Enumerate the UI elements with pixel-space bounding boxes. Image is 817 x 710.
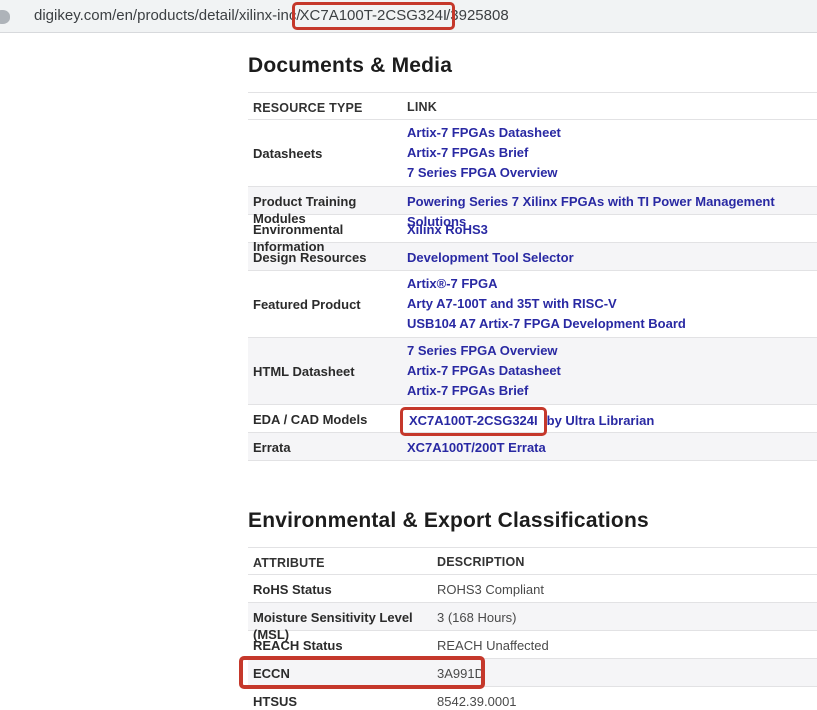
table-row-product-training: Product Training Modules Powering Series… — [248, 187, 817, 215]
environmental-export-table: ATTRIBUTE DESCRIPTION RoHS Status ROHS3 … — [248, 547, 817, 710]
environmental-header-row: ATTRIBUTE DESCRIPTION — [248, 548, 817, 575]
url-suffix: /3925808 — [446, 7, 509, 24]
link-artix7-brief-2[interactable]: Artix-7 FPGAs Brief — [407, 381, 817, 401]
environmental-export-title: Environmental & Export Classifications — [248, 508, 817, 534]
row-value: 8542.39.0001 — [437, 692, 817, 710]
row-label: Featured Product — [253, 295, 407, 313]
url-prefix: digikey.com/en/products/detail/xilinx-in… — [34, 7, 301, 24]
table-row-eccn: ECCN 3A991D — [248, 659, 817, 687]
site-favicon-icon — [0, 10, 10, 24]
url-highlight-annotation: XC7A100T-2CSG324I — [292, 2, 456, 30]
col-attribute: ATTRIBUTE — [253, 554, 437, 572]
link-xilinx-rohs3[interactable]: Xilinx RoHS3 — [407, 220, 817, 240]
link-usb104-a7[interactable]: USB104 A7 Artix-7 FPGA Development Board — [407, 314, 817, 334]
link-dev-tool-selector[interactable]: Development Tool Selector — [407, 248, 817, 268]
page-content: Documents & Media RESOURCE TYPE LINK Dat… — [248, 33, 817, 710]
row-label: REACH Status — [253, 636, 437, 654]
col-link: LINK — [407, 99, 817, 116]
link-7series-overview[interactable]: 7 Series FPGA Overview — [407, 163, 817, 183]
table-row-eda-cad-models: EDA / CAD Models XC7A100T-2CSG324I by Ult… — [248, 405, 817, 433]
table-row-errata: Errata XC7A100T/200T Errata — [248, 433, 817, 461]
row-label: HTSUS — [253, 692, 437, 710]
table-row-html-datasheet: HTML Datasheet 7 Series FPGA Overview Ar… — [248, 338, 817, 405]
link-artix7-brief[interactable]: Artix-7 FPGAs Brief — [407, 143, 817, 163]
link-artix7-fpga[interactable]: Artix®-7 FPGA — [407, 274, 817, 294]
table-row-datasheets: Datasheets Artix-7 FPGAs Datasheet Artix… — [248, 120, 817, 187]
link-7series-overview-2[interactable]: 7 Series FPGA Overview — [407, 341, 817, 361]
col-description: DESCRIPTION — [437, 554, 817, 571]
link-errata[interactable]: XC7A100T/200T Errata — [407, 438, 817, 458]
url-text[interactable]: digikey.com/en/products/detail/xilinx-in… — [34, 2, 509, 30]
eda-part-number: XC7A100T-2CSG324I — [409, 413, 538, 428]
documents-media-table: RESOURCE TYPE LINK Datasheets Artix-7 FP… — [248, 92, 817, 461]
row-label: HTML Datasheet — [253, 362, 407, 380]
row-label: RoHS Status — [253, 580, 437, 598]
documents-media-header-row: RESOURCE TYPE LINK — [248, 93, 817, 120]
table-row-design-resources: Design Resources Development Tool Select… — [248, 243, 817, 271]
link-artix7-datasheet-2[interactable]: Artix-7 FPGAs Datasheet — [407, 361, 817, 381]
table-row-htsus: HTSUS 8542.39.0001 — [248, 687, 817, 710]
eda-part-annotation: XC7A100T-2CSG324I — [400, 407, 547, 436]
row-label: Datasheets — [253, 144, 407, 162]
table-row-msl: Moisture Sensitivity Level (MSL) 3 (168 … — [248, 603, 817, 631]
documents-media-title: Documents & Media — [248, 53, 817, 79]
row-value: 3A991D — [437, 664, 817, 682]
row-label: Errata — [253, 438, 407, 456]
link-arty-a7[interactable]: Arty A7-100T and 35T with RISC-V — [407, 294, 817, 314]
row-label: Design Resources — [253, 248, 407, 266]
table-row-rohs-status: RoHS Status ROHS3 Compliant — [248, 575, 817, 603]
table-row-reach-status: REACH Status REACH Unaffected — [248, 631, 817, 659]
eda-link-rest: by Ultra Librarian — [547, 413, 655, 428]
table-row-featured-product: Featured Product Artix®-7 FPGA Arty A7-1… — [248, 271, 817, 338]
table-row-environmental-info: Environmental Information Xilinx RoHS3 — [248, 215, 817, 243]
row-value: REACH Unaffected — [437, 636, 817, 654]
row-value: 3 (168 Hours) — [437, 608, 817, 626]
url-part-number: XC7A100T-2CSG324I — [300, 7, 448, 24]
browser-address-bar[interactable]: digikey.com/en/products/detail/xilinx-in… — [0, 0, 817, 33]
col-resource-type: RESOURCE TYPE — [253, 99, 407, 117]
row-label: EDA / CAD Models — [253, 410, 407, 428]
link-artix7-datasheet[interactable]: Artix-7 FPGAs Datasheet — [407, 123, 817, 143]
row-value: ROHS3 Compliant — [437, 580, 817, 598]
link-eda-cad-model[interactable]: XC7A100T-2CSG324I by Ultra Librarian — [407, 413, 654, 428]
row-label: ECCN — [253, 664, 437, 682]
